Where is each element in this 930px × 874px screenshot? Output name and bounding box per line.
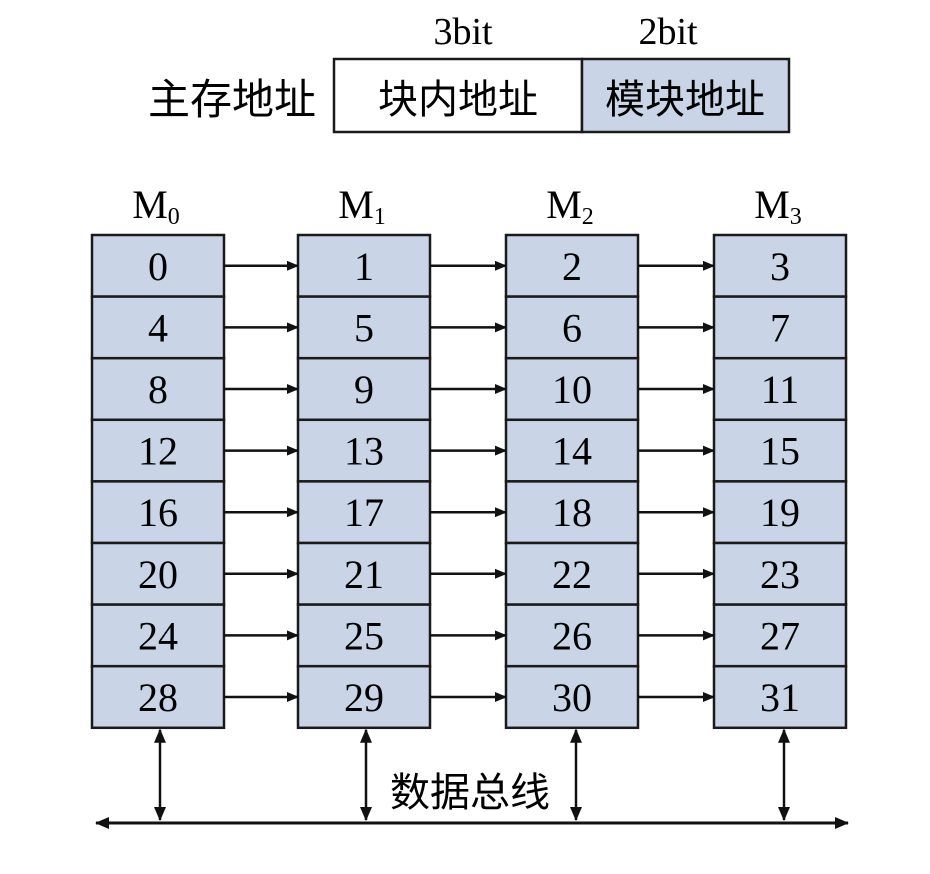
- memory-cell-address: 27: [760, 613, 800, 658]
- module-title-subscript: 1: [374, 204, 386, 230]
- memory-cell-address: 5: [354, 305, 374, 350]
- memory-cell-address: 23: [760, 552, 800, 597]
- module-field-label: 模块地址: [605, 77, 765, 123]
- memory-cell-address: 29: [344, 675, 384, 720]
- memory-cell-address: 9: [354, 367, 374, 412]
- memory-cell-address: 10: [552, 367, 592, 412]
- interleaved-memory-diagram: 主存地址 块内地址 模块地址 3bit 2bit M00481216202428…: [90, 11, 849, 829]
- memory-cell-address: 16: [138, 490, 178, 535]
- module-title: M2: [546, 182, 594, 230]
- memory-module-3: M337111519232731: [712, 182, 848, 730]
- memory-cell-address: 28: [138, 675, 178, 720]
- memory-cell-address: 3: [770, 244, 790, 289]
- memory-cell-address: 15: [760, 429, 800, 474]
- data-bus: 数据总线: [95, 728, 849, 829]
- module-title-letter: M: [338, 182, 374, 227]
- address-label: 主存地址: [148, 75, 316, 124]
- module-title-letter: M: [546, 182, 582, 227]
- module-title: M0: [132, 182, 180, 230]
- memory-cell-address: 18: [552, 490, 592, 535]
- offset-field-label: 块内地址: [378, 77, 538, 123]
- offset-field-width: 3bit: [433, 11, 493, 53]
- memory-cell-address: 13: [344, 429, 384, 474]
- memory-cell-address: 30: [552, 675, 592, 720]
- memory-cell-address: 11: [761, 367, 800, 412]
- memory-cell-address: 1: [354, 244, 374, 289]
- module-title-subscript: 3: [790, 204, 802, 230]
- memory-cell-address: 8: [148, 367, 168, 412]
- memory-cell-address: 12: [138, 429, 178, 474]
- memory-modules: M00481216202428M11591317212529M226101418…: [90, 182, 848, 730]
- module-field-width: 2bit: [638, 11, 698, 53]
- memory-cell-address: 24: [138, 613, 178, 658]
- memory-cell-address: 31: [760, 675, 800, 720]
- memory-cell-address: 14: [552, 429, 592, 474]
- memory-cell-address: 0: [148, 244, 168, 289]
- memory-module-0: M00481216202428: [90, 182, 226, 730]
- memory-cell-address: 26: [552, 613, 592, 658]
- memory-cell-address: 2: [562, 244, 582, 289]
- module-title-letter: M: [754, 182, 790, 227]
- memory-cell-address: 4: [148, 305, 168, 350]
- module-title-subscript: 2: [582, 204, 594, 230]
- memory-cell-address: 20: [138, 552, 178, 597]
- memory-cell-address: 25: [344, 613, 384, 658]
- module-title: M1: [338, 182, 386, 230]
- memory-cell-address: 6: [562, 305, 582, 350]
- memory-cell-address: 22: [552, 552, 592, 597]
- module-title-letter: M: [132, 182, 168, 227]
- memory-module-2: M226101418222630: [504, 182, 640, 730]
- bus-label: 数据总线: [390, 770, 550, 816]
- memory-module-1: M11591317212529: [296, 182, 432, 730]
- memory-cell-address: 17: [344, 490, 384, 535]
- memory-cell-address: 7: [770, 305, 790, 350]
- module-title: M3: [754, 182, 802, 230]
- memory-cell-address: 21: [344, 552, 384, 597]
- address-format: 主存地址 块内地址 模块地址 3bit 2bit: [148, 11, 791, 134]
- module-title-subscript: 0: [168, 204, 180, 230]
- memory-cell-address: 19: [760, 490, 800, 535]
